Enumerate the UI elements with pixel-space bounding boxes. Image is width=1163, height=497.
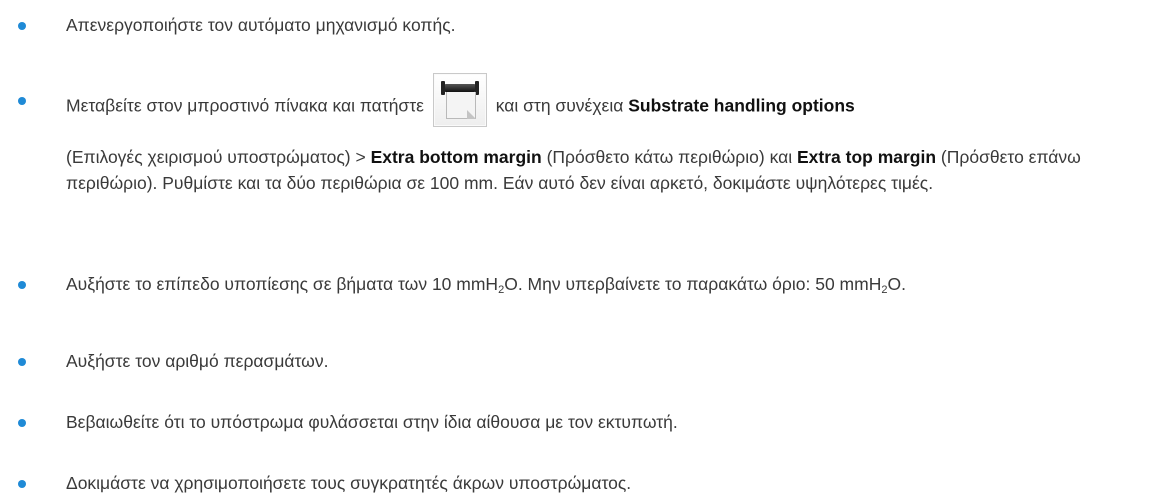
- list-item-text-continued: (Επιλογές χειρισμού υποστρώματος) > Extr…: [66, 147, 1081, 193]
- bullet: [18, 480, 26, 488]
- menu-path-extra-top-margin: Extra top margin: [796, 147, 937, 167]
- menu-path-extra-bottom-margin: Extra bottom margin: [370, 147, 542, 167]
- list-item-text: Αυξήστε τον αριθμό περασμάτων.: [66, 351, 329, 371]
- menu-path-substrate-handling-options: Substrate handling options: [628, 95, 855, 116]
- bullet: [18, 358, 26, 366]
- list-item-text: Αυξήστε το επίπεδο υποπίεσης σε βήματα τ…: [66, 274, 906, 296]
- substrate-roll-icon[interactable]: [432, 73, 487, 127]
- bullet: [18, 22, 26, 30]
- list-item-text: Μεταβείτε στον μπροστινό πίνακα και πατή…: [66, 73, 1157, 127]
- list-item-text: Βεβαιωθείτε ότι το υπόστρωμα φυλάσσεται …: [66, 412, 678, 432]
- list-item-text: Δοκιμάστε να χρησιμοποιήσετε τους συγκρα…: [66, 473, 632, 493]
- list-item-text: Απενεργοποιήστε τον αυτόματο μηχανισμό κ…: [66, 15, 456, 35]
- bullet: [18, 97, 26, 105]
- bullet: [18, 281, 26, 289]
- bullet: [18, 419, 26, 427]
